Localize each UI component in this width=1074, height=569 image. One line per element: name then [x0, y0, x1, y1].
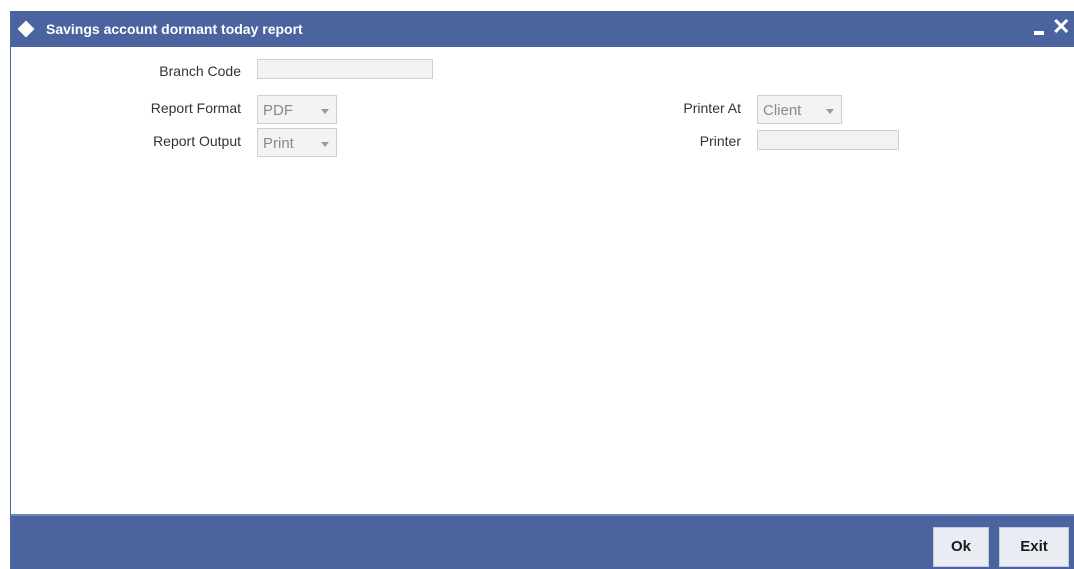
report-output-select[interactable]: Print [257, 128, 337, 157]
printer-at-select[interactable]: Client [757, 95, 842, 124]
report-format-select[interactable]: PDF [257, 95, 337, 124]
branch-code-label: Branch Code [159, 63, 241, 79]
printer-at-value: Client [763, 102, 802, 119]
report-output-value: Print [263, 135, 294, 152]
report-format-value: PDF [263, 102, 293, 119]
exit-button[interactable]: Exit [999, 527, 1069, 567]
printer-at-label: Printer At [683, 100, 741, 116]
close-icon[interactable]: ✕ [1052, 14, 1070, 40]
chevron-down-icon [321, 142, 329, 147]
branch-code-input[interactable] [257, 59, 433, 79]
footer-bar: Ok Exit [11, 514, 1074, 569]
report-format-label: Report Format [150, 100, 241, 116]
diamond-icon [17, 20, 35, 38]
report-output-label: Report Output [153, 133, 241, 149]
ok-button[interactable]: Ok [933, 527, 989, 567]
title-bar: Savings account dormant today report ✕ [11, 11, 1074, 47]
chevron-down-icon [321, 109, 329, 114]
chevron-down-icon [826, 109, 834, 114]
printer-input[interactable] [757, 130, 899, 150]
printer-label: Printer [699, 133, 741, 149]
minimize-icon[interactable] [1034, 31, 1044, 35]
report-window: Savings account dormant today report ✕ B… [10, 11, 1074, 569]
window-title: Savings account dormant today report [46, 21, 303, 37]
